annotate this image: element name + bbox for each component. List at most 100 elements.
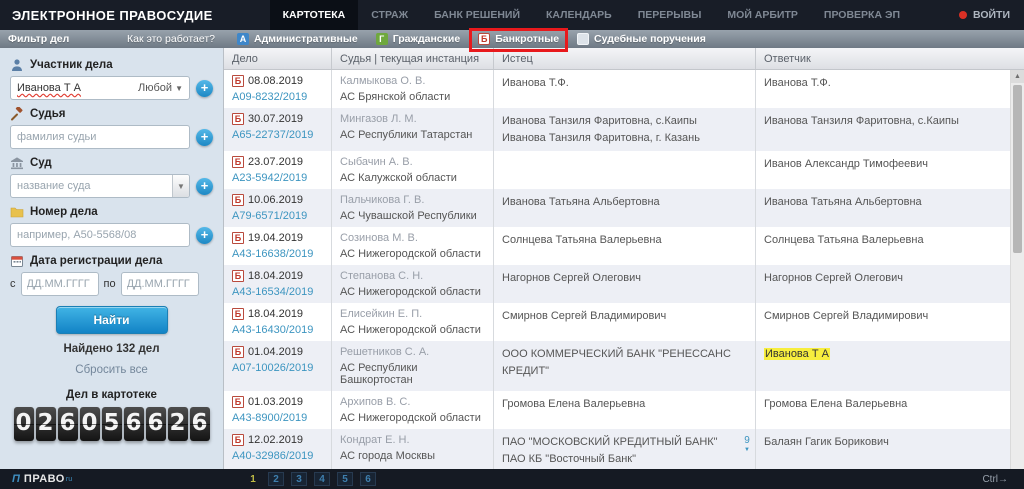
participant-input[interactable]: Иванова Т А Любой ▼ bbox=[10, 76, 190, 100]
page-button-2[interactable]: 2 bbox=[268, 472, 284, 486]
case-cell: Б01.04.2019 А07-10026/2019 bbox=[224, 341, 332, 391]
column-header-case[interactable]: Дело bbox=[224, 48, 332, 69]
court-select[interactable]: название суда ▼ bbox=[10, 174, 190, 198]
judge-cell: Архипов В. С.АС Нижегородской области bbox=[332, 391, 494, 429]
bankruptcy-case-icon: Б bbox=[232, 396, 244, 408]
defendant-cell: Смирнов Сергей Владимирович bbox=[756, 303, 1024, 341]
judge-cell: Пальчикова Г. В.АС Чувашской Республики bbox=[332, 189, 494, 227]
case-number-link[interactable]: А23-5942/2019 bbox=[232, 172, 323, 184]
case-number-link[interactable]: А79-6571/2019 bbox=[232, 210, 323, 222]
bankruptcy-case-icon: Б bbox=[232, 346, 244, 358]
results-count: Найдено 132 дел bbox=[10, 343, 213, 355]
judge-name: Решетников С. А. bbox=[340, 346, 485, 358]
date-to-label: по bbox=[104, 278, 116, 290]
add-participant-button[interactable]: + bbox=[196, 80, 213, 97]
case-cell-top: Б19.04.2019 bbox=[232, 232, 323, 244]
judge-cell: Решетников С. А. АС Республики Башкортост… bbox=[332, 341, 494, 391]
plaintiff-cell: Иванова Т.Ф. bbox=[494, 70, 756, 108]
scrollbar-up-arrow-icon[interactable]: ▲ bbox=[1011, 70, 1024, 83]
app-title: ЭЛЕКТРОННОЕ ПРАВОСУДИЕ bbox=[0, 8, 225, 23]
case-type-tab-2[interactable]: ГГражданские bbox=[372, 33, 465, 45]
case-type-tab-3[interactable]: ББанкротные bbox=[474, 33, 563, 45]
case-date: 18.04.2019 bbox=[248, 308, 303, 320]
case-number-link[interactable]: А07-10026/2019 bbox=[232, 362, 323, 374]
defendant-cell: Солнцева Татьяна Валерьевна bbox=[756, 227, 1024, 265]
case-cell-top: Б30.07.2019 bbox=[232, 113, 323, 125]
plaintiff-cell: Смирнов Сергей Владимирович bbox=[494, 303, 756, 341]
scrollbar-thumb[interactable] bbox=[1013, 85, 1022, 253]
top-menu-item-2[interactable]: СТРАЖ bbox=[358, 0, 421, 30]
case-number-input[interactable] bbox=[10, 223, 190, 247]
plaintiff-name: Нагорнов Сергей Олегович bbox=[502, 270, 733, 287]
court-name: АС Республики Башкортостан bbox=[340, 362, 485, 386]
court-select-arrow-icon[interactable]: ▼ bbox=[172, 175, 189, 197]
registry-counter: 026056626 bbox=[10, 407, 213, 441]
defendant-cell: Иванов Александр Тимофеевич bbox=[756, 151, 1024, 189]
case-date: 08.08.2019 bbox=[248, 75, 303, 87]
table-body: Б08.08.2019А09-8232/2019Калмыкова О. В.А… bbox=[224, 70, 1024, 469]
top-menu-item-1[interactable]: КАРТОТЕКА bbox=[270, 0, 359, 30]
table-row: Б18.04.2019А43-16534/2019Степанова С. Н.… bbox=[224, 265, 1024, 303]
court-name: АС Брянской области bbox=[340, 91, 485, 103]
defendant-name: Иванова Танзиля Фаритовна, с.Каипы bbox=[764, 115, 959, 127]
counter-digit: 2 bbox=[168, 407, 188, 441]
table-row: Б01.04.2019 А07-10026/2019 Решетников С. А… bbox=[224, 341, 1024, 391]
table-scrollbar[interactable]: ▲ bbox=[1010, 70, 1024, 469]
case-number-link[interactable]: А43-16430/2019 bbox=[232, 324, 323, 336]
table-header-row: Дело Судья | текущая инстанция Истец Отв… bbox=[224, 48, 1024, 70]
add-court-button[interactable]: + bbox=[196, 178, 213, 195]
more-parties-link[interactable]: 9▼ bbox=[744, 436, 750, 453]
case-number-link[interactable]: А65-22737/2019 bbox=[232, 129, 323, 141]
top-menu-item-5[interactable]: ПЕРЕРЫВЫ bbox=[625, 0, 715, 30]
participant-person-icon bbox=[10, 58, 24, 72]
date-from-input[interactable] bbox=[21, 272, 99, 296]
participant-role-dropdown[interactable]: Любой ▼ bbox=[138, 82, 183, 94]
date-to-input[interactable] bbox=[121, 272, 199, 296]
case-number-link[interactable]: А43-8900/2019 bbox=[232, 412, 323, 424]
top-menu-item-4[interactable]: КАЛЕНДАРЬ bbox=[533, 0, 625, 30]
pravo-logo-suffix: ru bbox=[66, 476, 72, 483]
page-button-3[interactable]: 3 bbox=[291, 472, 307, 486]
filter-sidebar: Участник дела Иванова Т А Любой ▼ + Судь… bbox=[0, 48, 223, 469]
case-type-tab-1[interactable]: ААдминистративные bbox=[233, 33, 362, 45]
top-menu-item-3[interactable]: БАНК РЕШЕНИЙ bbox=[421, 0, 533, 30]
login-button[interactable]: ВОЙТИ bbox=[959, 9, 1024, 21]
page-button-6[interactable]: 6 bbox=[360, 472, 376, 486]
top-menu-item-7[interactable]: ПРОВЕРКА ЭП bbox=[811, 0, 913, 30]
footer-bar: П ПРАВО ru 123456 Ctrl→ bbox=[0, 469, 1024, 489]
add-case-number-button[interactable]: + bbox=[196, 227, 213, 244]
court-name: АС Нижегородской области bbox=[340, 324, 485, 336]
how-it-works-link[interactable]: Как это работает? bbox=[127, 33, 215, 45]
add-judge-button[interactable]: + bbox=[196, 129, 213, 146]
judge-gavel-icon bbox=[10, 107, 24, 121]
pravo-logo[interactable]: П ПРАВО ru bbox=[0, 473, 223, 485]
case-number-link[interactable]: А09-8232/2019 bbox=[232, 91, 323, 103]
column-header-defendant[interactable]: Ответчик bbox=[756, 48, 1024, 69]
judge-input[interactable] bbox=[10, 125, 190, 149]
top-menu-item-6[interactable]: МОЙ АРБИТР bbox=[714, 0, 810, 30]
case-cell-top: Б01.04.2019 bbox=[232, 346, 323, 358]
judge-name: Мингазов Л. М. bbox=[340, 113, 485, 125]
case-number-link[interactable]: А43-16534/2019 bbox=[232, 286, 323, 298]
counter-digit: 6 bbox=[146, 407, 166, 441]
case-type-tab-4[interactable]: Судебные поручения bbox=[573, 33, 710, 45]
column-header-judge[interactable]: Судья | текущая инстанция bbox=[332, 48, 494, 69]
plaintiff-name: ООО КОММЕРЧЕСКИЙ БАНК "РЕНЕССАНС КРЕДИТ" bbox=[502, 346, 733, 379]
page-button-4[interactable]: 4 bbox=[314, 472, 330, 486]
case-cell: Б18.04.2019А43-16430/2019 bbox=[224, 303, 332, 341]
counter-digit: 2 bbox=[36, 407, 56, 441]
case-cell: Б19.04.2019 А43-16638/2019 bbox=[224, 227, 332, 265]
reset-all-link[interactable]: Сбросить все bbox=[10, 364, 213, 376]
reg-date-section-label: Дата регистрации дела bbox=[10, 254, 213, 268]
page-button-1[interactable]: 1 bbox=[245, 472, 261, 486]
page-button-5[interactable]: 5 bbox=[337, 472, 353, 486]
case-number-link[interactable]: А43-16638/2019 bbox=[232, 248, 323, 260]
case-cell: Б01.03.2019А43-8900/2019 bbox=[224, 391, 332, 429]
case-type-tab-label: Судебные поручения bbox=[594, 33, 706, 45]
judge-section-label: Судья bbox=[10, 107, 213, 121]
table-row: Б12.02.2019А40-32986/2019Кондрат Е. Н.АС… bbox=[224, 429, 1024, 469]
case-number-link[interactable]: А40-32986/2019 bbox=[232, 450, 323, 462]
search-button[interactable]: Найти bbox=[56, 306, 168, 334]
judge-cell: Сыбачин А. В.АС Калужской области bbox=[332, 151, 494, 189]
column-header-plaintiff[interactable]: Истец bbox=[494, 48, 756, 69]
